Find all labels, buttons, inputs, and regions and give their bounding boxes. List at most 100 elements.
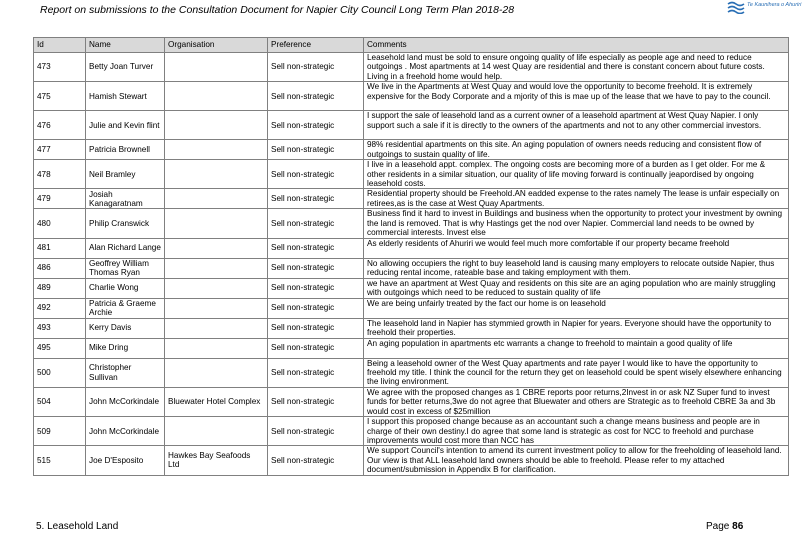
logo-text: Te Kaunihera o Ahuriri (747, 2, 802, 8)
cell-comments: We support Council's intention to amend … (363, 445, 789, 476)
cell-name: Geoffrey William Thomas Ryan (85, 257, 165, 279)
cell-name: Philip Cranswick (85, 208, 165, 239)
cell-preference: Sell non-strategic (267, 159, 364, 190)
cell-name: Patricia & Graeme Archie (85, 297, 165, 319)
cell-preference: Sell non-strategic (267, 337, 364, 359)
cell-organisation (164, 357, 268, 388)
cell-id: 504 (33, 386, 86, 418)
report-header: Report on submissions to the Consultatio… (40, 0, 730, 20)
cell-name: Josiah Kanagaratnam (85, 188, 165, 210)
page-label: Page (706, 521, 730, 532)
wave-logo-icon (727, 1, 745, 15)
cell-comments: I live in a leasehold appt. complex. The… (363, 159, 789, 190)
cell-name: Hamish Stewart (85, 81, 165, 112)
cell-id: 492 (33, 297, 86, 319)
cell-organisation (164, 237, 268, 259)
column-header-preference: Preference (267, 37, 364, 53)
cell-comments: I support the sale of leasehold land as … (363, 110, 789, 141)
table-row: 492 Patricia & Graeme Archie Sell non-stra… (33, 297, 789, 319)
cell-organisation (164, 416, 268, 447)
cell-comments: I support this proposed change because a… (363, 416, 789, 447)
column-header-id: Id (33, 37, 86, 53)
cell-preference: Sell non-strategic (267, 386, 364, 418)
cell-name: Patricia Brownell (85, 139, 165, 161)
cell-name: Joe D'Esposito (85, 445, 165, 476)
page-number: 86 (732, 521, 744, 532)
cell-name: Alan Richard Lange (85, 237, 165, 259)
cell-comments: As elderly residents of Ahuriri we would… (363, 237, 789, 259)
cell-organisation (164, 208, 268, 239)
table-row: 481 Alan Richard Lange Sell non-strategic A… (33, 237, 789, 259)
cell-comments: we have an apartment at West Quay and re… (363, 277, 789, 299)
cell-comments: 98% residential apartments on this site.… (363, 139, 789, 161)
table-row: 509 John McCorkindale Sell non-strategic I … (33, 416, 789, 447)
cell-organisation (164, 257, 268, 279)
cell-organisation (164, 188, 268, 210)
cell-organisation (164, 139, 268, 161)
cell-name: Neil Bramley (85, 159, 165, 190)
cell-id: 481 (33, 237, 86, 259)
cell-id: 479 (33, 188, 86, 210)
table-body: 473 Betty Joan Turver Sell non-strategic Le… (33, 51, 789, 476)
table-row: 473 Betty Joan Turver Sell non-strategic Le… (33, 51, 789, 83)
table-row: 500 Christopher Sullivan Sell non-strategi… (33, 357, 789, 388)
cell-preference: Sell non-strategic (267, 297, 364, 319)
column-header-organisation: Organisation (164, 37, 268, 53)
cell-name: Charlie Wong (85, 277, 165, 299)
table-row: 480 Philip Cranswick Sell non-strategic Bus… (33, 208, 789, 239)
cell-preference: Sell non-strategic (267, 188, 364, 210)
table-row: 479 Josiah Kanagaratnam Sell non-strategic… (33, 188, 789, 210)
cell-id: 476 (33, 110, 86, 141)
cell-id: 500 (33, 357, 86, 388)
cell-preference: Sell non-strategic (267, 110, 364, 141)
cell-id: 486 (33, 257, 86, 279)
cell-organisation (164, 337, 268, 359)
cell-name: Kerry Davis (85, 317, 165, 339)
cell-comments: Being a leasehold owner of the West Quay… (363, 357, 789, 388)
cell-comments: No allowing occupiers the right to buy l… (363, 257, 789, 279)
cell-preference: Sell non-strategic (267, 51, 364, 83)
cell-id: 475 (33, 81, 86, 112)
cell-name: John McCorkindale (85, 386, 165, 418)
cell-name: Mike Dring (85, 337, 165, 359)
cell-organisation (164, 81, 268, 112)
table-row: 495 Mike Dring Sell non-strategic An aging … (33, 337, 789, 359)
cell-comments: We are being unfairly treated by the fac… (363, 297, 789, 319)
cell-preference: Sell non-strategic (267, 237, 364, 259)
table-row: 486 Geoffrey William Thomas Ryan Sell non-… (33, 257, 789, 279)
table-row: 476 Julie and Kevin flint Sell non-strateg… (33, 110, 789, 141)
submissions-table: Id Name Organisation Preference Comments… (33, 37, 789, 476)
cell-comments: We live in the Apartments at West Quay a… (363, 81, 789, 112)
cell-preference: Sell non-strategic (267, 317, 364, 339)
table-row: 515 Joe D'Esposito Hawkes Bay Seafoods Ltd… (33, 445, 789, 476)
cell-organisation (164, 277, 268, 299)
table-row: 478 Neil Bramley Sell non-strategic I live … (33, 159, 789, 190)
cell-preference: Sell non-strategic (267, 445, 364, 476)
cell-organisation (164, 297, 268, 319)
cell-comments: Residential property should be Freehold.… (363, 188, 789, 210)
cell-comments: Business find it hard to invest in Build… (363, 208, 789, 239)
cell-preference: Sell non-strategic (267, 277, 364, 299)
table-row: 477 Patricia Brownell Sell non-strategic 98… (33, 139, 789, 161)
cell-preference: Sell non-strategic (267, 357, 364, 388)
cell-id: 515 (33, 445, 86, 476)
cell-id: 480 (33, 208, 86, 239)
cell-name: Betty Joan Turver (85, 51, 165, 83)
cell-preference: Sell non-strategic (267, 208, 364, 239)
table-row: 504 John McCorkindale Bluewater Hotel Comp… (33, 386, 789, 418)
cell-id: 478 (33, 159, 86, 190)
cell-comments: An aging population in apartments etc wa… (363, 337, 789, 359)
table-row: 493 Kerry Davis Sell non-strategic The leas… (33, 317, 789, 339)
cell-id: 477 (33, 139, 86, 161)
cell-organisation (164, 159, 268, 190)
cell-organisation (164, 110, 268, 141)
cell-organisation: Bluewater Hotel Complex (164, 386, 268, 418)
cell-preference: Sell non-strategic (267, 257, 364, 279)
table-header-row: Id Name Organisation Preference Comments (33, 37, 789, 53)
cell-comments: Leasehold land must be sold to ensure on… (363, 51, 789, 83)
cell-id: 473 (33, 51, 86, 83)
cell-organisation (164, 317, 268, 339)
report-title: Report on submissions to the Consultatio… (40, 4, 515, 16)
cell-organisation (164, 51, 268, 83)
cell-preference: Sell non-strategic (267, 139, 364, 161)
